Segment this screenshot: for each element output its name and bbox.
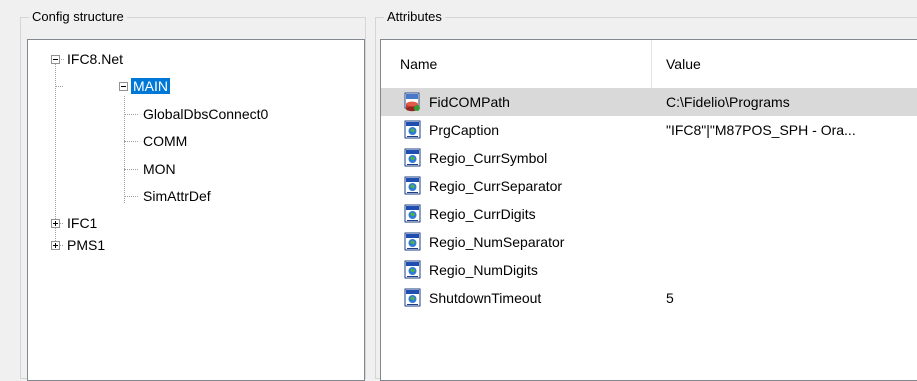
- attributes-list-header: Name Value: [381, 40, 917, 88]
- registry-value-icon: [404, 120, 422, 140]
- tree-node-simattrdef[interactable]: SimAttrDef: [141, 186, 213, 206]
- tree-connector: [124, 141, 138, 142]
- tree-connector: [55, 86, 63, 87]
- tree-expand-button[interactable]: [51, 219, 60, 228]
- attributes-list[interactable]: Name Value FidCOMPath C:\Fidelio\Programs…: [380, 39, 917, 381]
- column-header-label: Name: [400, 56, 438, 72]
- config-structure-title: Config structure: [29, 9, 127, 25]
- tree-node-ifc8-net[interactable]: IFC8.Net: [65, 49, 125, 69]
- tree-node-label: MON: [143, 161, 176, 177]
- attribute-name: ShutdownTimeout: [429, 290, 542, 306]
- tree-node-label: SimAttrDef: [143, 188, 211, 204]
- db-registry-icon: [404, 92, 422, 112]
- attribute-name: Regio_CurrSeparator: [429, 178, 563, 194]
- tree-node-label: GlobalDbsConnect0: [143, 106, 269, 122]
- attribute-row[interactable]: ShutdownTimeout 5: [381, 284, 917, 312]
- tree-node-main[interactable]: MAIN: [131, 76, 170, 96]
- attribute-row[interactable]: Regio_CurrSeparator: [381, 172, 917, 200]
- tree-connector: [124, 169, 138, 170]
- attribute-name: Regio_CurrDigits: [429, 206, 536, 222]
- attribute-value: 5: [666, 290, 674, 306]
- attribute-value: "IFC8"|"M87POS_SPH - Ora...: [666, 122, 856, 138]
- tree-node-label: MAIN: [131, 78, 170, 94]
- tree-node-label: IFC1: [67, 215, 98, 231]
- attribute-name: Regio_NumSeparator: [429, 234, 565, 250]
- tree-node-label: PMS1: [67, 237, 106, 253]
- attribute-name: Regio_CurrSymbol: [429, 150, 548, 166]
- tree-connector: [124, 114, 138, 115]
- attribute-value: C:\Fidelio\Programs: [666, 94, 790, 110]
- attribute-row[interactable]: Regio_NumSeparator: [381, 228, 917, 256]
- registry-value-icon: [404, 288, 422, 308]
- registry-value-icon: [404, 232, 422, 252]
- attribute-name: PrgCaption: [429, 122, 500, 138]
- column-header-label: Value: [666, 56, 701, 72]
- attribute-row[interactable]: PrgCaption "IFC8"|"M87POS_SPH - Ora...: [381, 116, 917, 144]
- config-tree[interactable]: IFC8.Net MAIN GlobalDbsConnect0 COMM MON…: [27, 39, 365, 381]
- tree-connector: [124, 196, 138, 197]
- tree-node-comm[interactable]: COMM: [141, 131, 189, 151]
- attribute-row[interactable]: Regio_CurrSymbol: [381, 144, 917, 172]
- registry-value-icon: [404, 204, 422, 224]
- tree-node-mon[interactable]: MON: [141, 159, 178, 179]
- attribute-name: FidCOMPath: [429, 94, 510, 110]
- attribute-name: Regio_NumDigits: [429, 262, 538, 278]
- attribute-row[interactable]: Regio_NumDigits: [381, 256, 917, 284]
- tree-node-label: IFC8.Net: [67, 51, 124, 67]
- tree-connector: [124, 96, 125, 203]
- tree-node-pms1[interactable]: PMS1: [65, 235, 107, 255]
- tree-collapse-button[interactable]: [51, 55, 60, 64]
- column-header-value[interactable]: Value: [652, 40, 917, 88]
- column-header-name[interactable]: Name: [381, 40, 651, 88]
- registry-value-icon: [404, 176, 422, 196]
- tree-expand-button[interactable]: [51, 241, 60, 250]
- registry-value-icon: [404, 260, 422, 280]
- registry-value-icon: [404, 148, 422, 168]
- attribute-row[interactable]: FidCOMPath C:\Fidelio\Programs: [381, 88, 917, 116]
- tree-node-globaldbsconnect0[interactable]: GlobalDbsConnect0: [141, 104, 270, 124]
- attribute-row[interactable]: Regio_CurrDigits: [381, 200, 917, 228]
- tree-node-label: COMM: [143, 133, 188, 149]
- attributes-title: Attributes: [384, 9, 445, 25]
- tree-connector: [55, 64, 56, 245]
- tree-node-ifc1[interactable]: IFC1: [65, 213, 99, 233]
- tree-collapse-button[interactable]: [119, 82, 128, 91]
